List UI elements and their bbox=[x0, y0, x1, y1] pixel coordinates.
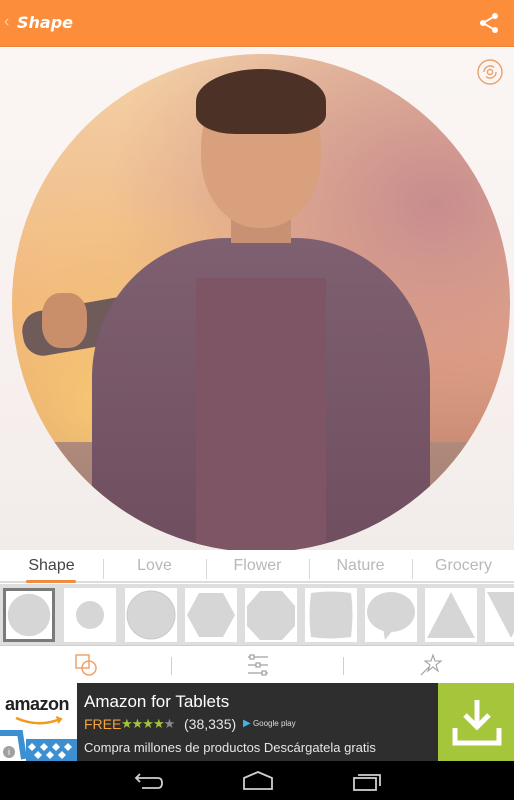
shapes-icon[interactable] bbox=[73, 652, 99, 678]
shape-speech-bubble[interactable] bbox=[365, 588, 417, 642]
tab-nature[interactable]: Nature bbox=[309, 557, 412, 575]
tab-grocery[interactable]: Grocery bbox=[412, 557, 514, 575]
shape-hexagon[interactable] bbox=[185, 588, 237, 642]
app-root: ‹ Shape Shape Love Flower Nature Grocery… bbox=[0, 0, 514, 800]
active-tab-indicator bbox=[26, 580, 76, 583]
ad-description: Compra millones de productos Descárgatel… bbox=[84, 740, 376, 755]
photo-hand bbox=[41, 293, 87, 348]
magic-wand-icon[interactable] bbox=[418, 652, 444, 678]
amazon-smile-icon bbox=[15, 716, 63, 725]
editor-canvas[interactable] bbox=[0, 48, 514, 552]
amazon-logo-text: amazon bbox=[5, 694, 70, 714]
system-nav-bar bbox=[0, 761, 514, 800]
shape-strip[interactable] bbox=[0, 584, 514, 646]
ad-banner[interactable]: amazon i Amazon for Tablets FREE ★★★★★ (… bbox=[0, 683, 514, 761]
bottom-toolbar bbox=[0, 647, 514, 683]
ad-price: FREE bbox=[84, 716, 122, 732]
star-on-icon: ★★★★ bbox=[121, 716, 165, 731]
category-tabs: Shape Love Flower Nature Grocery bbox=[0, 550, 514, 583]
ad-info-icon[interactable]: i bbox=[3, 746, 15, 758]
toolbar-divider bbox=[343, 657, 344, 675]
shape-triangle[interactable] bbox=[425, 588, 477, 642]
page-title[interactable]: Shape bbox=[17, 13, 73, 32]
shape-rounded-square[interactable] bbox=[305, 588, 357, 642]
google-play-badge: ▶ Google play bbox=[243, 718, 296, 729]
nav-home-icon[interactable] bbox=[242, 770, 274, 792]
tab-shape[interactable]: Shape bbox=[0, 557, 103, 575]
share-icon[interactable] bbox=[478, 12, 500, 34]
star-off-icon: ★ bbox=[163, 716, 176, 731]
google-play-label: Google play bbox=[252, 719, 296, 728]
shape-circle-outline[interactable] bbox=[125, 588, 177, 642]
back-icon[interactable]: ‹ bbox=[4, 13, 9, 31]
shape-circle-large[interactable] bbox=[3, 588, 55, 642]
nav-recents-icon[interactable] bbox=[352, 770, 384, 792]
shape-circle-small[interactable] bbox=[64, 588, 116, 642]
ad-download-button[interactable] bbox=[438, 683, 514, 761]
ad-review-count: (38,335) bbox=[184, 716, 237, 732]
shape-octagon[interactable] bbox=[245, 588, 297, 642]
masked-photo[interactable] bbox=[12, 54, 510, 552]
ad-title[interactable]: Amazon for Tablets bbox=[84, 692, 229, 712]
photo-hair bbox=[196, 68, 326, 134]
shape-inverted-triangle[interactable] bbox=[485, 588, 514, 642]
nav-back-icon[interactable] bbox=[132, 770, 164, 792]
toolbar-divider bbox=[171, 657, 172, 675]
tab-flower[interactable]: Flower bbox=[206, 557, 309, 575]
download-icon bbox=[452, 700, 502, 746]
top-bar: ‹ Shape bbox=[0, 0, 514, 47]
ad-rating-stars: ★★★★★ bbox=[121, 716, 176, 732]
photo-shirt bbox=[196, 278, 326, 552]
swap-icon[interactable] bbox=[476, 58, 504, 86]
play-store-icon: ▶ bbox=[243, 718, 251, 729]
sliders-icon[interactable] bbox=[245, 652, 271, 678]
tab-love[interactable]: Love bbox=[103, 557, 206, 575]
